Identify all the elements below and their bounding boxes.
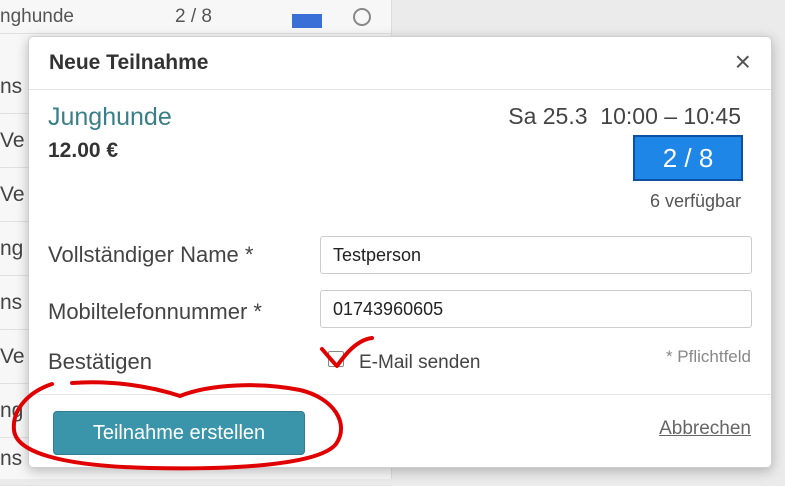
- modal-title: Neue Teilnahme: [49, 51, 209, 74]
- email-checkbox-label[interactable]: E-Mail senden: [359, 352, 480, 374]
- required-note: * Pflichtfeld: [665, 347, 751, 366]
- modal-footer-divider: [29, 394, 771, 395]
- background-row-count: 2 / 8: [175, 6, 212, 27]
- available-count: 6 verfügbar: [649, 191, 741, 211]
- cancel-link[interactable]: Abbrechen: [659, 418, 751, 440]
- close-icon[interactable]: ×: [735, 47, 751, 77]
- modal-header: Neue Teilnahme ×: [29, 37, 771, 90]
- phone-label: Mobiltelefonnummer *: [48, 299, 262, 324]
- email-checkbox[interactable]: [328, 351, 344, 367]
- create-participation-button[interactable]: Teilnahme erstellen: [53, 411, 305, 455]
- capacity-badge: 2 / 8: [633, 135, 743, 181]
- name-label: Vollständiger Name *: [48, 242, 254, 267]
- event-price: 12.00 €: [48, 139, 119, 162]
- background-row-title: nghunde: [0, 6, 74, 27]
- name-field[interactable]: [320, 236, 752, 274]
- confirm-label: Bestätigen: [48, 349, 152, 374]
- event-datetime: Sa 25.3 10:00 – 10:45: [508, 103, 741, 129]
- phone-field[interactable]: [320, 290, 752, 328]
- event-name: Junghunde: [48, 103, 172, 131]
- search-icon[interactable]: [353, 8, 371, 26]
- new-participation-modal: Neue Teilnahme × Junghunde 12.00 € Sa 25…: [28, 36, 772, 468]
- calendar-icon[interactable]: [292, 14, 322, 28]
- background-list-header[interactable]: nghunde 2 / 8: [0, 0, 392, 34]
